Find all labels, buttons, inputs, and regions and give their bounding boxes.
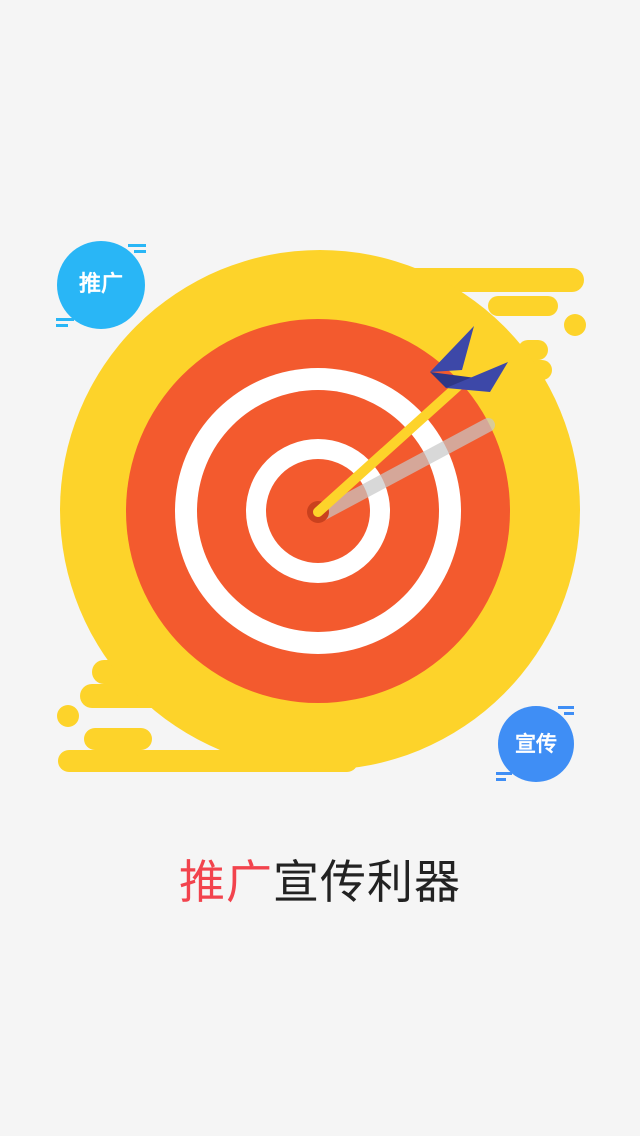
- tagline-accent: 推广: [179, 855, 273, 909]
- tagline-rest: 宣传利器: [273, 855, 461, 909]
- tagline: 推广宣传利器: [0, 852, 640, 912]
- publicity-bubble-streaks: [496, 706, 574, 781]
- target-illustration: [57, 250, 586, 772]
- promote-bubble-streaks: [56, 244, 146, 327]
